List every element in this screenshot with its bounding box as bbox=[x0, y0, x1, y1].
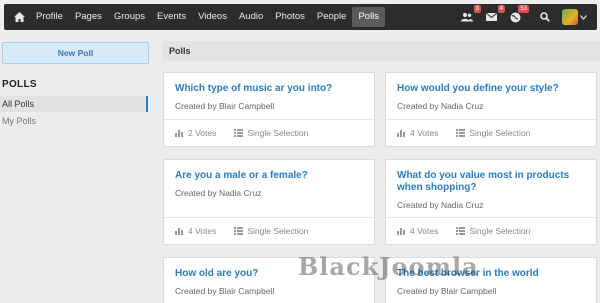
poll-meta: 4 Votes Single Selection bbox=[175, 226, 308, 236]
poll-meta: 2 Votes Single Selection bbox=[175, 128, 308, 138]
card-divider bbox=[386, 217, 596, 218]
messages-badge: 4 bbox=[497, 5, 505, 13]
card-divider bbox=[386, 119, 596, 120]
home-icon[interactable] bbox=[8, 4, 30, 30]
notifications-badge: 53 bbox=[518, 5, 529, 13]
sidebar-item-all-polls[interactable]: All Polls bbox=[0, 96, 148, 112]
search-icon[interactable] bbox=[538, 10, 552, 24]
nav-item-pages[interactable]: Pages bbox=[69, 7, 108, 27]
poll-author: Created by Nadia Cruz bbox=[175, 188, 262, 198]
poll-title-link[interactable]: What do you value most in products when … bbox=[397, 170, 588, 194]
main-navbar: Profile Pages Groups Events Videos Audio… bbox=[4, 4, 597, 30]
bar-chart-icon bbox=[175, 130, 183, 137]
bar-chart-icon bbox=[175, 228, 183, 235]
poll-author: Created by Nadia Cruz bbox=[397, 101, 484, 111]
nav-item-profile[interactable]: Profile bbox=[30, 7, 69, 27]
nav-item-polls[interactable]: Polls bbox=[352, 7, 386, 27]
poll-type: Single Selection bbox=[469, 128, 531, 138]
poll-type: Single Selection bbox=[247, 128, 309, 138]
new-poll-button[interactable]: New Poll bbox=[2, 42, 149, 64]
list-icon bbox=[234, 227, 244, 235]
nav-right-tools: 3 4 53 bbox=[460, 4, 587, 30]
bar-chart-icon bbox=[397, 130, 405, 137]
globe-icon[interactable]: 53 bbox=[508, 5, 529, 24]
user-menu[interactable] bbox=[562, 9, 587, 25]
poll-type: Single Selection bbox=[247, 226, 309, 236]
nav-item-photos[interactable]: Photos bbox=[269, 7, 311, 27]
page-title: Polls bbox=[163, 41, 600, 61]
nav-item-groups[interactable]: Groups bbox=[108, 7, 151, 27]
users-icon[interactable]: 3 bbox=[460, 5, 481, 24]
nav-item-people[interactable]: People bbox=[311, 7, 353, 27]
top-bar: Profile Pages Groups Events Videos Audio… bbox=[0, 0, 600, 33]
poll-card: Are you a male or a female? Created by N… bbox=[163, 159, 375, 245]
poll-card: What do you value most in products when … bbox=[385, 159, 597, 245]
bar-chart-icon bbox=[397, 228, 405, 235]
poll-title-link[interactable]: Are you a male or a female? bbox=[175, 170, 366, 182]
poll-title-link[interactable]: How would you define your style? bbox=[397, 83, 588, 95]
poll-author: Created by Blair Campbell bbox=[397, 286, 497, 296]
chevron-down-icon bbox=[580, 14, 587, 20]
card-divider bbox=[164, 119, 374, 120]
poll-type: Single Selection bbox=[469, 226, 531, 236]
card-divider bbox=[164, 217, 374, 218]
poll-title-link[interactable]: Which type of music ar you into? bbox=[175, 83, 366, 95]
nav-item-audio[interactable]: Audio bbox=[233, 7, 269, 27]
nav-item-events[interactable]: Events bbox=[151, 7, 192, 27]
poll-votes: 4 Votes bbox=[188, 226, 217, 236]
poll-card: How would you define your style? Created… bbox=[385, 72, 597, 147]
envelope-icon[interactable]: 4 bbox=[484, 5, 505, 24]
nav-item-videos[interactable]: Videos bbox=[192, 7, 233, 27]
poll-meta: 4 Votes Single Selection bbox=[397, 128, 530, 138]
list-icon bbox=[456, 129, 466, 137]
watermark: BlackJoomla bbox=[298, 252, 479, 281]
avatar bbox=[562, 9, 578, 25]
poll-votes: 4 Votes bbox=[410, 128, 439, 138]
poll-votes: 4 Votes bbox=[410, 226, 439, 236]
poll-votes: 2 Votes bbox=[188, 128, 217, 138]
list-icon bbox=[456, 227, 466, 235]
sidebar-item-my-polls[interactable]: My Polls bbox=[0, 113, 148, 129]
poll-card: Which type of music ar you into? Created… bbox=[163, 72, 375, 147]
sidebar-heading: POLLS bbox=[2, 79, 37, 90]
poll-author: Created by Blair Campbell bbox=[175, 101, 275, 111]
poll-meta: 4 Votes Single Selection bbox=[397, 226, 530, 236]
poll-author: Created by Nadia Cruz bbox=[397, 200, 484, 210]
list-icon bbox=[234, 129, 244, 137]
poll-author: Created by Blair Campbell bbox=[175, 286, 275, 296]
friends-badge: 3 bbox=[473, 5, 481, 13]
